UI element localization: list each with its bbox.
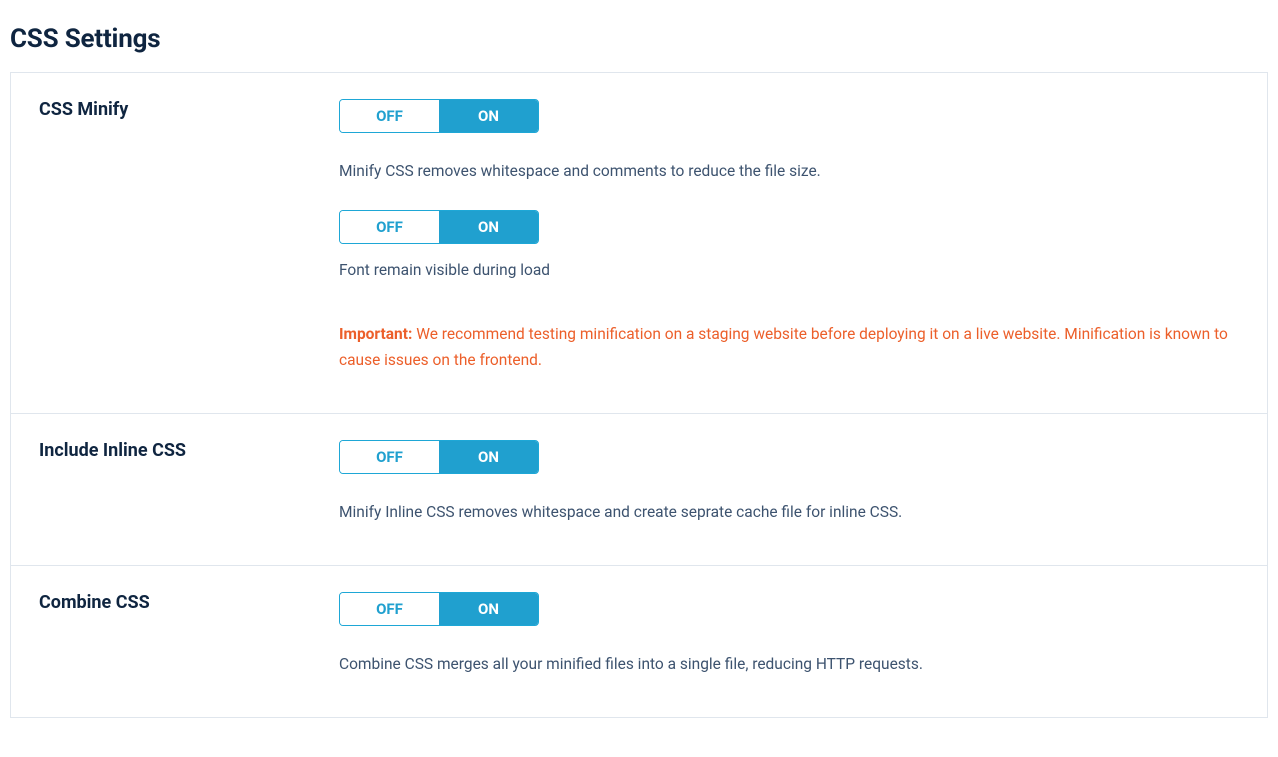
toggle-font-visible-on[interactable]: ON — [439, 211, 538, 243]
desc-font-visible: Font remain visible during load — [339, 258, 1239, 283]
desc-css-minify: Minify CSS removes whitespace and commen… — [339, 159, 1239, 184]
label-css-minify: CSS Minify — [39, 99, 339, 120]
toggle-css-minify-on[interactable]: ON — [439, 100, 538, 132]
toggle-include-inline-css[interactable]: OFF ON — [339, 440, 539, 474]
page-title: CSS Settings — [10, 24, 1268, 54]
desc-combine-css: Combine CSS merges all your minified fil… — [339, 652, 1239, 677]
toggle-include-inline-css-off[interactable]: OFF — [340, 441, 439, 473]
label-combine-css: Combine CSS — [39, 592, 339, 613]
toggle-combine-css[interactable]: OFF ON — [339, 592, 539, 626]
row-combine-css: Combine CSS OFF ON Combine CSS merges al… — [11, 566, 1267, 717]
desc-include-inline-css: Minify Inline CSS removes whitespace and… — [339, 500, 1239, 525]
toggle-css-minify[interactable]: OFF ON — [339, 99, 539, 133]
settings-panel: CSS Minify OFF ON Minify CSS removes whi… — [10, 72, 1268, 718]
toggle-css-minify-off[interactable]: OFF — [340, 100, 439, 132]
toggle-combine-css-on[interactable]: ON — [439, 593, 538, 625]
warning-important-label: Important: — [339, 325, 412, 343]
row-css-minify: CSS Minify OFF ON Minify CSS removes whi… — [11, 73, 1267, 414]
row-include-inline-css: Include Inline CSS OFF ON Minify Inline … — [11, 414, 1267, 566]
toggle-combine-css-off[interactable]: OFF — [340, 593, 439, 625]
label-include-inline-css: Include Inline CSS — [39, 440, 339, 461]
toggle-font-visible-off[interactable]: OFF — [340, 211, 439, 243]
toggle-font-visible[interactable]: OFF ON — [339, 210, 539, 244]
warning-css-minify: Important: We recommend testing minifica… — [339, 321, 1239, 374]
warning-text: We recommend testing minification on a s… — [339, 325, 1228, 369]
toggle-include-inline-css-on[interactable]: ON — [439, 441, 538, 473]
